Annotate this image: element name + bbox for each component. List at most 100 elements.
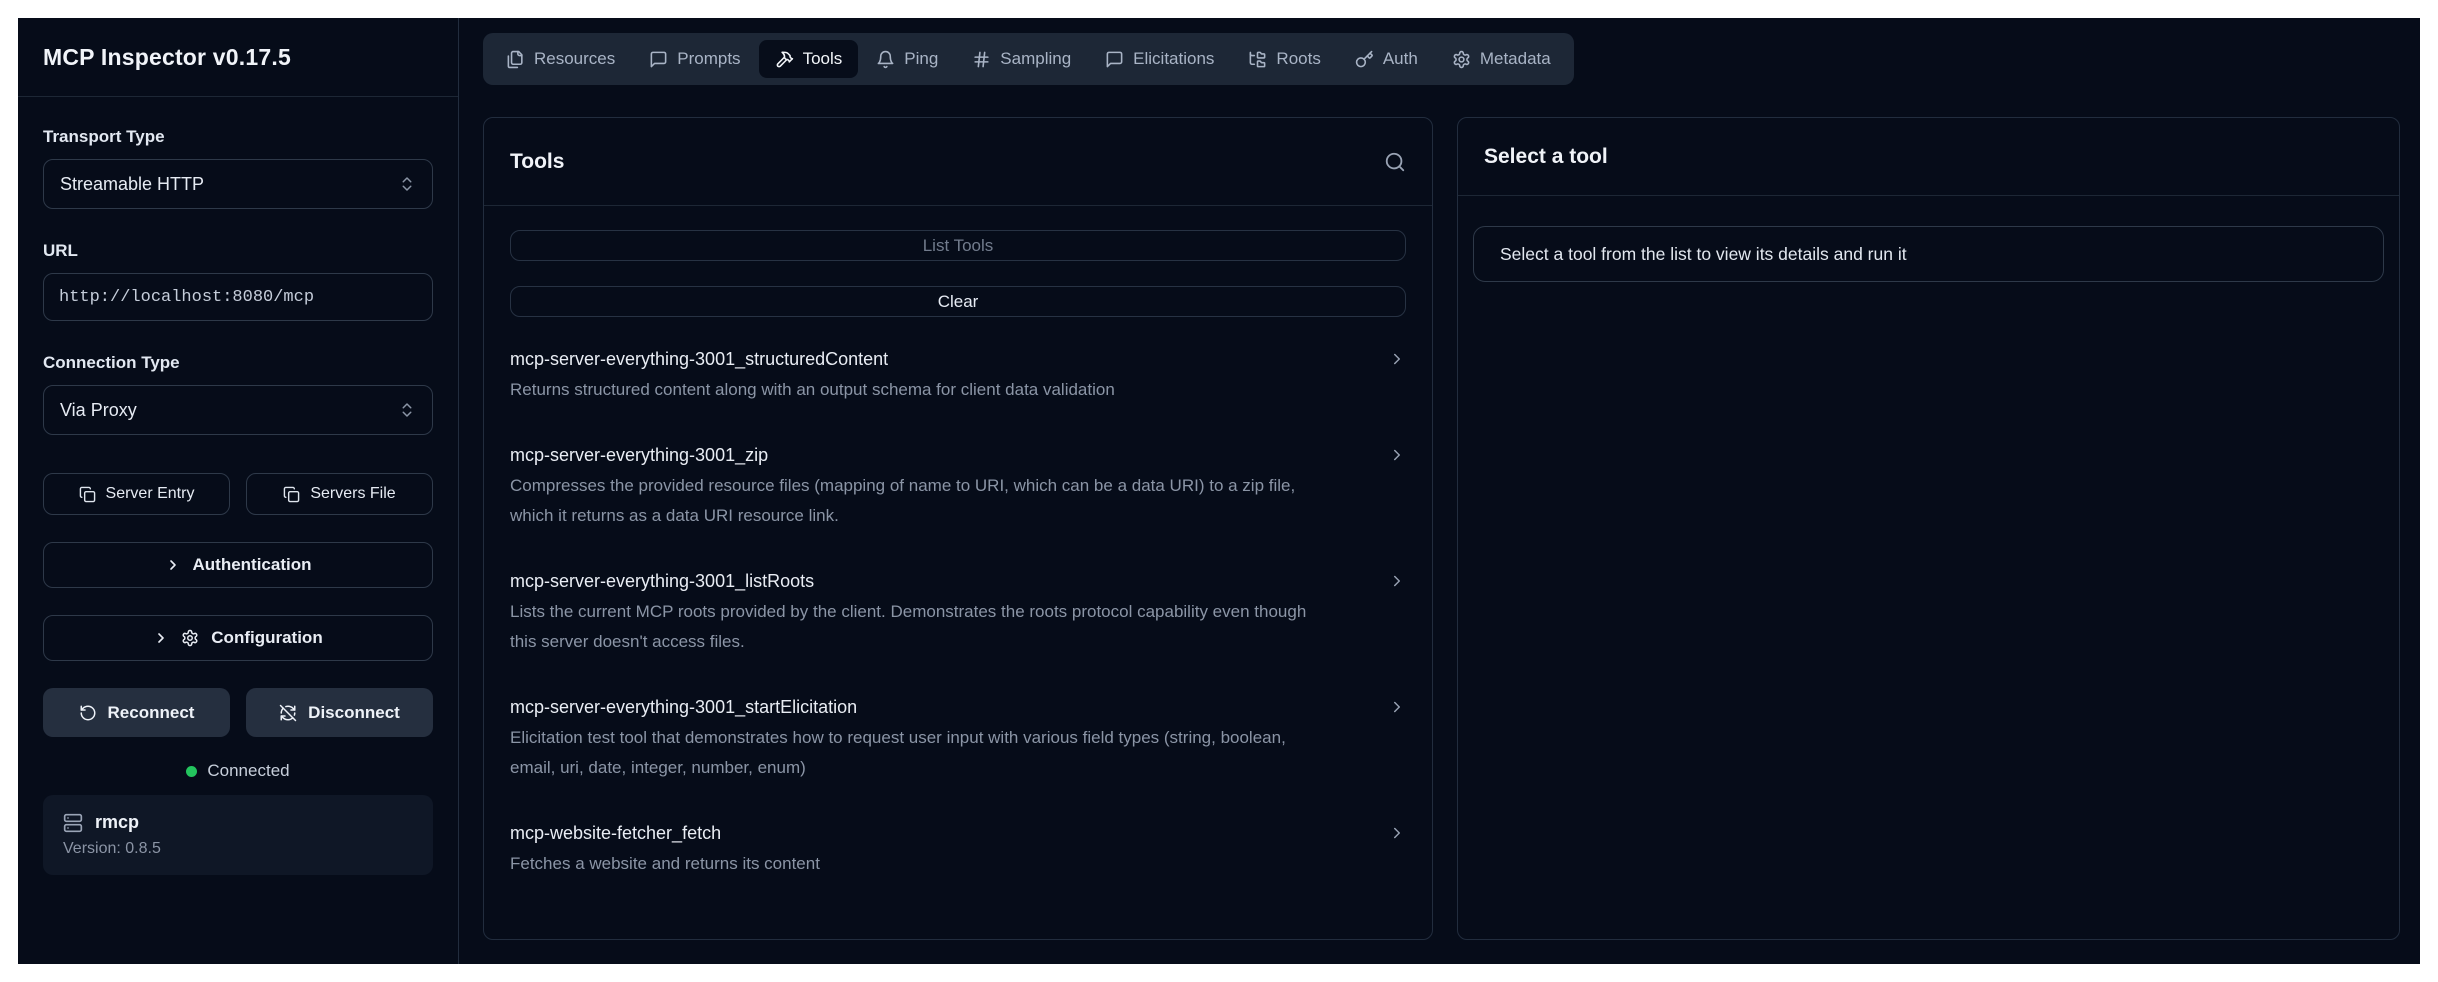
- files-icon: [506, 50, 525, 69]
- chevron-right-icon: [1388, 824, 1406, 842]
- chevron-right-icon: [1388, 698, 1406, 716]
- server-entry-button[interactable]: Server Entry: [43, 473, 230, 515]
- connection-type-select[interactable]: Via Proxy: [43, 385, 433, 435]
- url-label: URL: [43, 241, 433, 261]
- tool-list: mcp-server-everything-3001_structuredCon…: [510, 345, 1406, 915]
- tab-label: Sampling: [1000, 49, 1071, 69]
- servers-file-button[interactable]: Servers File: [246, 473, 433, 515]
- configuration-label: Configuration: [211, 628, 322, 648]
- server-icon: [63, 813, 83, 833]
- tab-label: Ping: [904, 49, 938, 69]
- tab-ping[interactable]: Ping: [860, 40, 954, 78]
- tool-name: mcp-server-everything-3001_startElicitat…: [510, 693, 1328, 721]
- tool-list-item[interactable]: mcp-website-fetcher_fetch Fetches a webs…: [510, 819, 1406, 879]
- tools-panel: Tools List Tools Clear mcp-server-everyt…: [483, 117, 1433, 940]
- gear-icon: [1452, 50, 1471, 69]
- tools-panel-header: Tools: [484, 118, 1432, 206]
- tab-metadata[interactable]: Metadata: [1436, 40, 1567, 78]
- authentication-button[interactable]: Authentication: [43, 542, 433, 588]
- copy-icon: [283, 486, 300, 503]
- tab-tools[interactable]: Tools: [759, 40, 859, 78]
- servers-file-label: Servers File: [310, 485, 395, 503]
- tabbar: Resources Prompts Tools Ping: [483, 33, 1574, 85]
- tab-label: Prompts: [677, 49, 740, 69]
- chevron-right-icon: [1388, 350, 1406, 368]
- tool-list-item[interactable]: mcp-server-everything-3001_structuredCon…: [510, 345, 1406, 405]
- tool-description: Returns structured content along with an…: [510, 375, 1328, 405]
- key-icon: [1355, 50, 1374, 69]
- server-name: rmcp: [95, 812, 139, 833]
- folder-tree-icon: [1248, 50, 1267, 69]
- main-area: Resources Prompts Tools Ping: [459, 18, 2420, 964]
- tool-list-item[interactable]: mcp-server-everything-3001_listRoots Lis…: [510, 567, 1406, 657]
- tool-name: mcp-server-everything-3001_structuredCon…: [510, 345, 1328, 373]
- tools-panel-body: List Tools Clear mcp-server-everything-3…: [484, 206, 1432, 939]
- configuration-button[interactable]: Configuration: [43, 615, 433, 661]
- list-tools-button[interactable]: List Tools: [510, 230, 1406, 261]
- bell-icon: [876, 50, 895, 69]
- tab-resources[interactable]: Resources: [490, 40, 631, 78]
- tab-label: Metadata: [1480, 49, 1551, 69]
- chevron-right-icon: [1388, 446, 1406, 464]
- chevrons-up-down-icon: [398, 401, 416, 419]
- tool-list-item[interactable]: mcp-server-everything-3001_zip Compresse…: [510, 441, 1406, 531]
- detail-panel-header: Select a tool: [1458, 118, 2399, 196]
- reconnect-label: Reconnect: [108, 703, 195, 723]
- hammer-icon: [775, 50, 794, 69]
- sidebar-content: Transport Type Streamable HTTP URL Conne…: [18, 97, 458, 875]
- select-tool-placeholder: Select a tool from the list to view its …: [1473, 226, 2384, 282]
- rotate-ccw-icon: [79, 704, 97, 722]
- transport-type-select[interactable]: Streamable HTTP: [43, 159, 433, 209]
- connection-type-value: Via Proxy: [60, 400, 137, 421]
- tab-auth[interactable]: Auth: [1339, 40, 1434, 78]
- tool-name: mcp-server-everything-3001_listRoots: [510, 567, 1328, 595]
- refresh-off-icon: [279, 704, 297, 722]
- tab-roots[interactable]: Roots: [1232, 40, 1336, 78]
- gear-icon: [181, 629, 199, 647]
- tool-name: mcp-server-everything-3001_zip: [510, 441, 1328, 469]
- chevrons-up-down-icon: [398, 175, 416, 193]
- message-square-icon: [1105, 50, 1124, 69]
- tools-panel-title: Tools: [510, 150, 564, 174]
- hash-icon: [972, 50, 991, 69]
- clear-button[interactable]: Clear: [510, 286, 1406, 317]
- chevron-right-icon: [153, 630, 169, 646]
- copy-icon: [79, 486, 96, 503]
- authentication-label: Authentication: [193, 555, 312, 575]
- disconnect-label: Disconnect: [308, 703, 400, 723]
- tool-description: Compresses the provided resource files (…: [510, 471, 1328, 531]
- connection-status: Connected: [43, 761, 433, 781]
- transport-type-value: Streamable HTTP: [60, 174, 204, 195]
- app-title: MCP Inspector v0.17.5: [43, 44, 291, 71]
- tool-name: mcp-website-fetcher_fetch: [510, 819, 1328, 847]
- url-input[interactable]: [43, 273, 433, 321]
- message-square-icon: [649, 50, 668, 69]
- server-entry-label: Server Entry: [106, 485, 195, 503]
- connection-type-label: Connection Type: [43, 353, 433, 373]
- tool-description: Lists the current MCP roots provided by …: [510, 597, 1328, 657]
- server-version: Version: 0.8.5: [63, 840, 413, 858]
- tab-label: Roots: [1276, 49, 1320, 69]
- chevron-right-icon: [165, 557, 181, 573]
- tab-sampling[interactable]: Sampling: [956, 40, 1087, 78]
- tab-elicitations[interactable]: Elicitations: [1089, 40, 1230, 78]
- status-label: Connected: [207, 761, 289, 781]
- server-info-card: rmcp Version: 0.8.5: [43, 795, 433, 875]
- sidebar-header: MCP Inspector v0.17.5: [18, 18, 458, 97]
- tool-description: Fetches a website and returns its conten…: [510, 849, 1328, 879]
- status-dot-icon: [186, 766, 197, 777]
- detail-panel-title: Select a tool: [1484, 145, 1608, 169]
- app-window: MCP Inspector v0.17.5 Transport Type Str…: [18, 18, 2420, 964]
- tool-list-item[interactable]: mcp-server-everything-3001_startElicitat…: [510, 693, 1406, 783]
- disconnect-button[interactable]: Disconnect: [246, 688, 433, 737]
- chevron-right-icon: [1388, 572, 1406, 590]
- reconnect-button[interactable]: Reconnect: [43, 688, 230, 737]
- tab-label: Resources: [534, 49, 615, 69]
- tab-prompts[interactable]: Prompts: [633, 40, 756, 78]
- transport-type-label: Transport Type: [43, 127, 433, 147]
- tab-label: Auth: [1383, 49, 1418, 69]
- search-icon[interactable]: [1384, 151, 1406, 173]
- detail-panel-body: Select a tool from the list to view its …: [1458, 196, 2399, 312]
- tab-label: Tools: [803, 49, 843, 69]
- tool-detail-panel: Select a tool Select a tool from the lis…: [1457, 117, 2400, 940]
